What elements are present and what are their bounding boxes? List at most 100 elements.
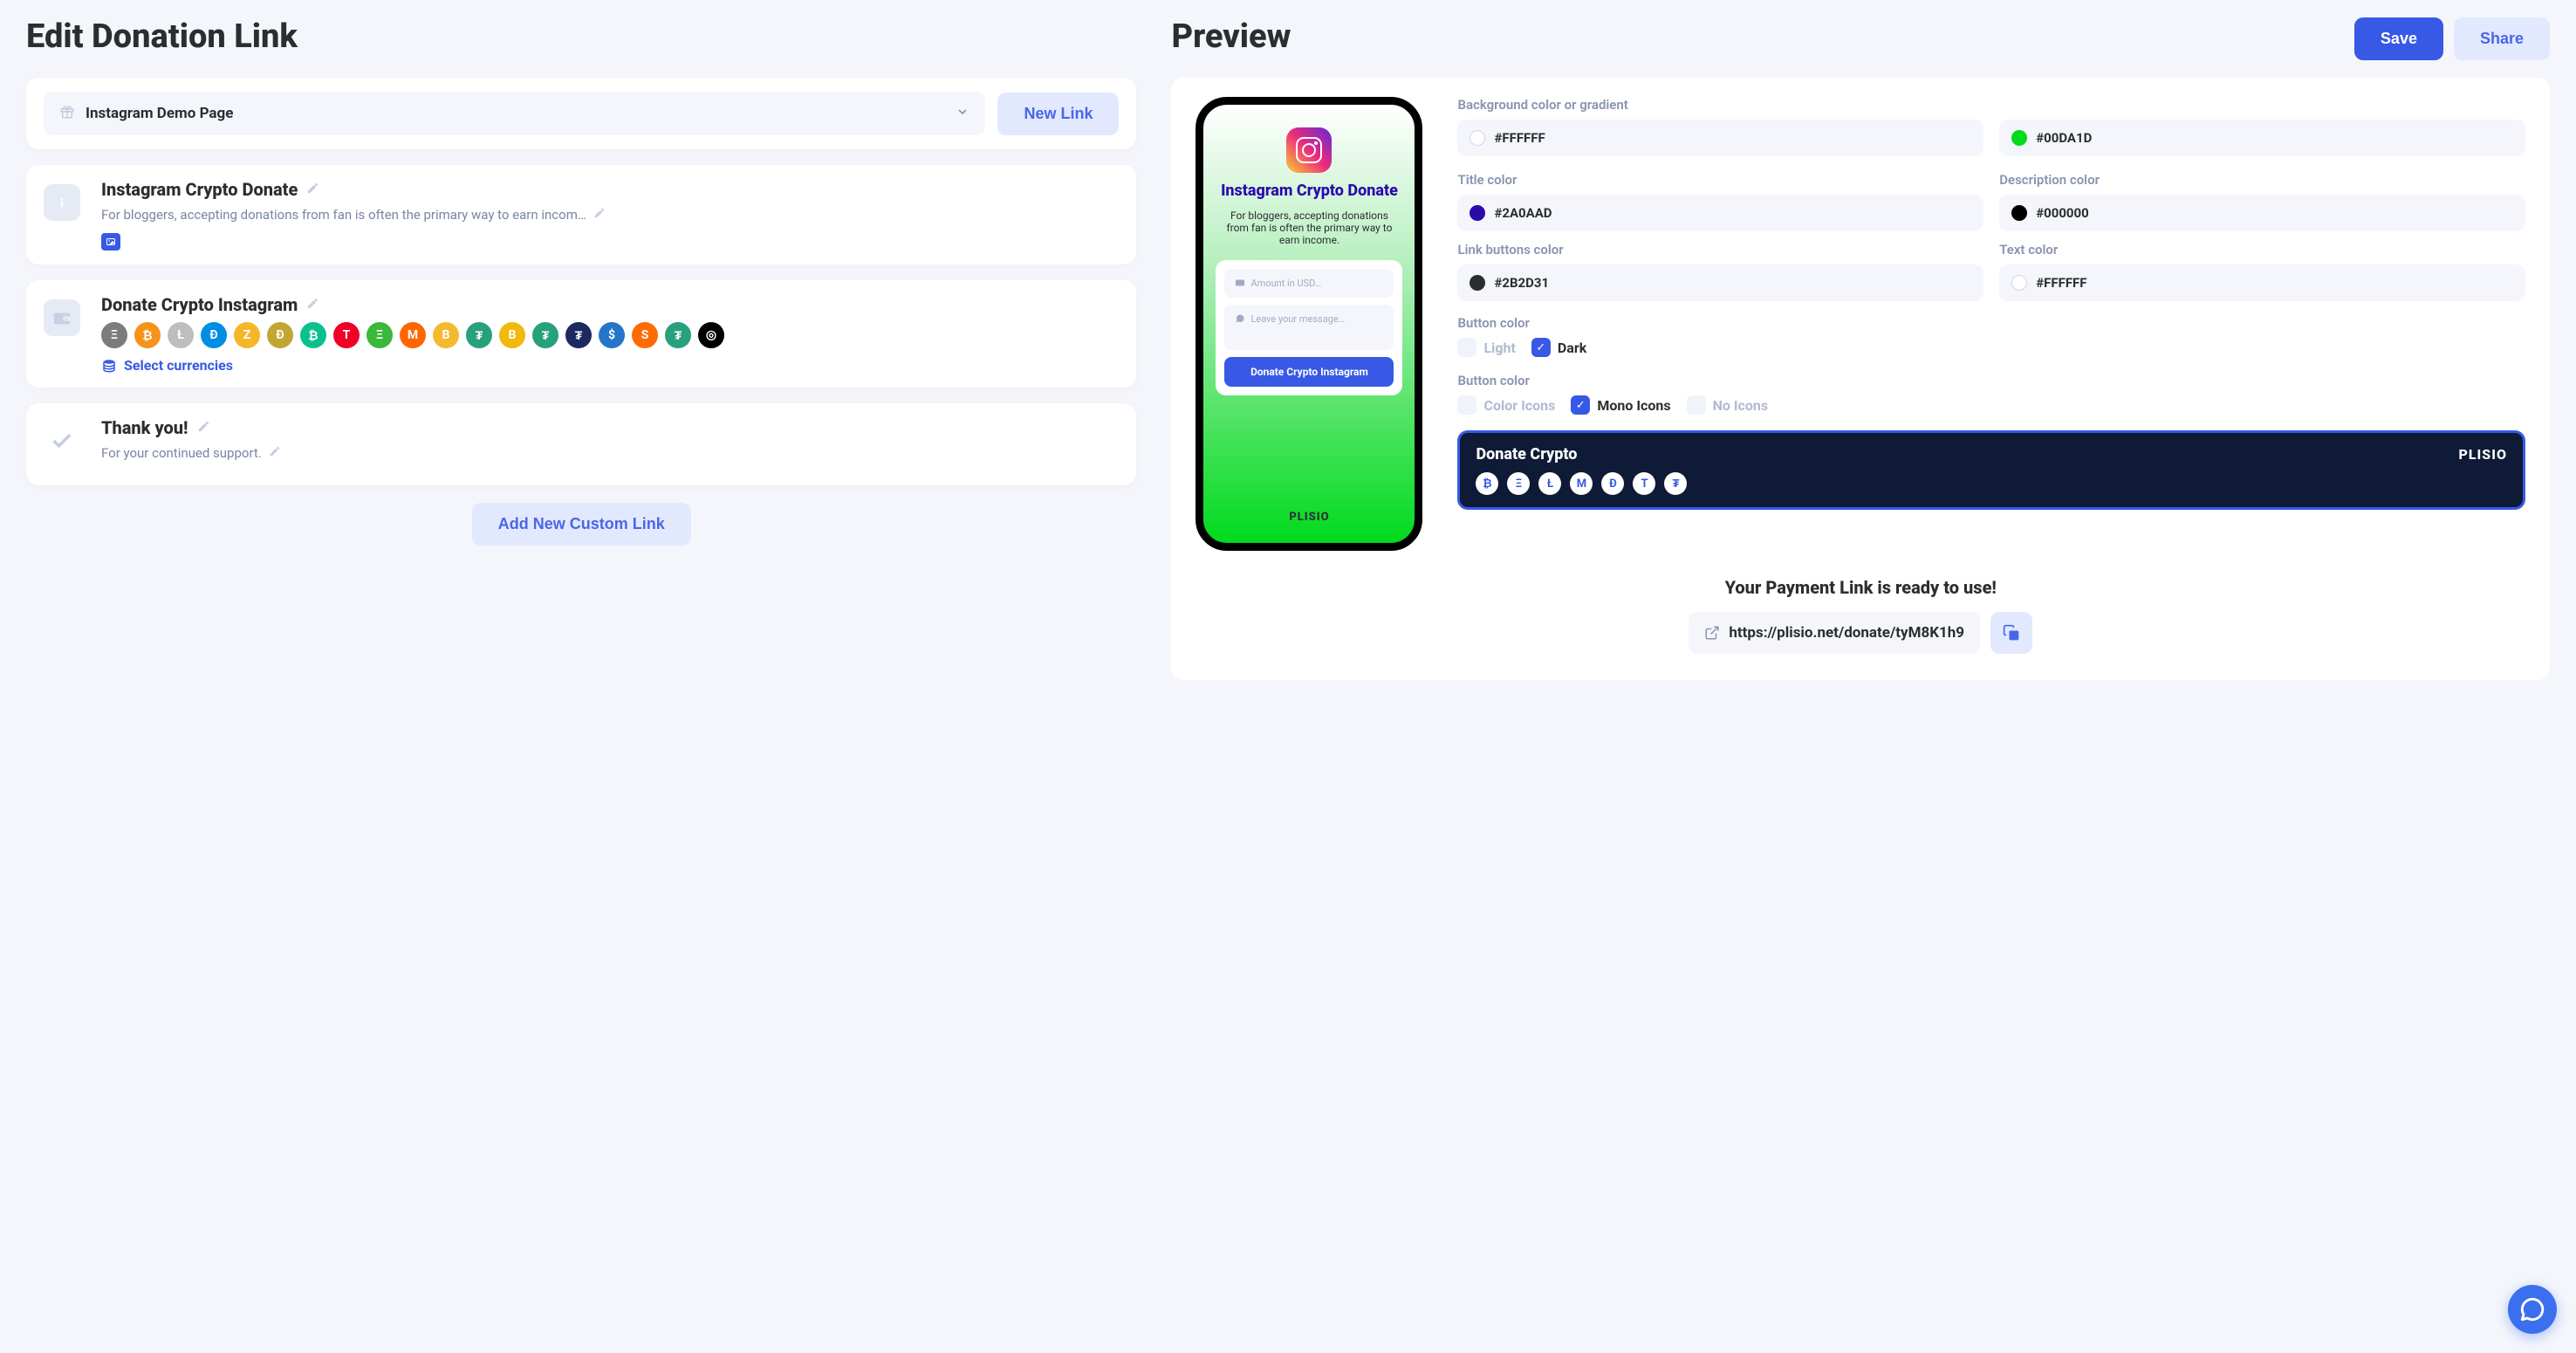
option-label: Color Icons: [1483, 397, 1555, 414]
instagram-icon: [1286, 127, 1332, 173]
crypto-icon: ₮: [565, 322, 592, 348]
share-button[interactable]: Share: [2454, 17, 2550, 60]
icon-mono-option[interactable]: ✓Mono Icons: [1571, 395, 1670, 415]
text-color-label: Text color: [1999, 242, 2525, 258]
page-title: Edit Donation Link: [26, 17, 1136, 56]
crypto-icon: ₿: [300, 322, 326, 348]
banner-crypto-icon: ₿: [1476, 472, 1498, 495]
banner-title: Donate Crypto: [1476, 445, 1577, 464]
card-icon: [1235, 278, 1245, 288]
bg-color-label: Background color or gradient: [1457, 97, 2525, 113]
chat-fab[interactable]: [2508, 1285, 2557, 1334]
linkbtn-color-label: Link buttons color: [1457, 242, 1983, 258]
crypto-icon: ₮: [665, 322, 691, 348]
desc-color-label: Description color: [1999, 172, 2525, 188]
save-button[interactable]: Save: [2354, 17, 2443, 60]
checkbox-icon: [1457, 338, 1476, 357]
checkbox-icon: ✓: [1531, 338, 1551, 357]
select-currencies-button[interactable]: Select currencies: [101, 357, 1119, 374]
swatch-dot: [1470, 205, 1485, 221]
ready-title: Your Payment Link is ready to use!: [1196, 577, 2525, 598]
wallet-step-icon: [44, 299, 80, 336]
info-title: Instagram Crypto Donate: [101, 179, 298, 200]
page-selector-card: Instagram Demo Page New Link: [26, 78, 1136, 149]
done-step-icon: [44, 422, 80, 459]
message-icon: [1235, 313, 1245, 324]
desc-color[interactable]: #000000: [1999, 195, 2525, 231]
bg-color-1[interactable]: #FFFFFF: [1457, 120, 1983, 156]
swatch-value: #000000: [2036, 205, 2089, 221]
info-card: Instagram Crypto Donate For bloggers, ac…: [26, 165, 1136, 264]
swatch-value: #00DA1D: [2036, 130, 2092, 146]
crypto-icon: Ł: [168, 322, 194, 348]
chat-icon: [2520, 1297, 2545, 1322]
crypto-icon: Đ: [201, 322, 227, 348]
theme-light-option[interactable]: Light: [1457, 338, 1515, 357]
crypto-icon: Ξ: [367, 322, 393, 348]
chevron-down-icon: [956, 105, 969, 122]
button-theme-label: Button color: [1457, 315, 2525, 331]
preview-page-desc: For bloggers, accepting donations from f…: [1216, 209, 1402, 246]
banner-logo: PLISIO: [2458, 446, 2507, 463]
option-label: Light: [1483, 340, 1515, 356]
banner-crypto-icon: M: [1570, 472, 1593, 495]
swatch-dot: [2011, 205, 2027, 221]
crypto-icon: Ξ: [101, 322, 127, 348]
banner-crypto-icon: Đ: [1601, 472, 1624, 495]
title-color-label: Title color: [1457, 172, 1983, 188]
edit-thanks-desc-icon[interactable]: [269, 445, 281, 461]
donate-banner[interactable]: Donate Crypto PLISIO ₿ΞŁMĐT₮: [1457, 430, 2525, 510]
image-icon[interactable]: [101, 233, 120, 251]
edit-desc-icon[interactable]: [593, 207, 606, 223]
payment-url-box[interactable]: https://plisio.net/donate/tyM8K1h9: [1689, 612, 1980, 654]
external-link-icon: [1704, 625, 1720, 641]
swatch-dot: [1470, 130, 1485, 146]
wallet-title: Donate Crypto Instagram: [101, 294, 298, 315]
theme-dark-option[interactable]: ✓ Dark: [1531, 338, 1586, 357]
crypto-icon: B: [499, 322, 525, 348]
plisio-brand: PLISIO: [1289, 511, 1329, 524]
preview-panel: Instagram Crypto Donate For bloggers, ac…: [1171, 78, 2550, 680]
swatch-value: #FFFFFF: [1494, 130, 1545, 146]
crypto-icon: Ð: [267, 322, 293, 348]
page-dropdown[interactable]: Instagram Demo Page: [44, 92, 985, 135]
amount-input[interactable]: Amount in USD…: [1224, 269, 1394, 298]
copy-url-button[interactable]: [1990, 612, 2032, 654]
crypto-icon: ₿: [134, 322, 161, 348]
swatch-dot: [2011, 130, 2027, 146]
wallet-card: Donate Crypto Instagram Ξ₿ŁĐZÐ₿TΞMB₮B₮₮$…: [26, 280, 1136, 388]
crypto-icon: ₮: [466, 322, 492, 348]
option-label: Dark: [1558, 340, 1586, 356]
info-step-icon: [44, 184, 80, 221]
checkbox-icon: ✓: [1571, 395, 1590, 415]
icon-mode-label: Button color: [1457, 373, 2525, 388]
banner-crypto-icon: T: [1633, 472, 1655, 495]
icon-color-option[interactable]: Color Icons: [1457, 395, 1555, 415]
text-color[interactable]: #FFFFFF: [1999, 264, 2525, 301]
message-input[interactable]: Leave your message…: [1224, 305, 1394, 350]
banner-crypto-icon: ₮: [1664, 472, 1687, 495]
crypto-icon-row: Ξ₿ŁĐZÐ₿TΞMB₮B₮₮$S₮◎: [101, 322, 1119, 348]
checkbox-icon: [1457, 395, 1476, 415]
banner-icons: ₿ΞŁMĐT₮: [1476, 472, 2507, 495]
edit-thanks-title-icon[interactable]: [197, 420, 210, 436]
donate-button[interactable]: Donate Crypto Instagram: [1224, 357, 1394, 387]
banner-crypto-icon: Ł: [1538, 472, 1561, 495]
thanks-desc: For your continued support.: [101, 445, 262, 461]
amount-placeholder: Amount in USD…: [1250, 278, 1321, 289]
crypto-icon: Z: [234, 322, 260, 348]
title-color[interactable]: #2A0AAD: [1457, 195, 1983, 231]
edit-wallet-title-icon[interactable]: [306, 297, 319, 313]
add-custom-link-button[interactable]: Add New Custom Link: [472, 503, 691, 546]
icon-none-option[interactable]: No Icons: [1687, 395, 1769, 415]
crypto-icon: ◎: [698, 322, 724, 348]
crypto-icon: T: [333, 322, 360, 348]
bg-color-2[interactable]: #00DA1D: [1999, 120, 2525, 156]
linkbtn-color[interactable]: #2B2D31: [1457, 264, 1983, 301]
info-desc: For bloggers, accepting donations from f…: [101, 207, 586, 223]
select-currencies-label: Select currencies: [124, 357, 233, 374]
crypto-icon: B: [433, 322, 459, 348]
swatch-dot: [2011, 275, 2027, 291]
edit-title-icon[interactable]: [306, 182, 319, 198]
new-link-button[interactable]: New Link: [997, 93, 1119, 135]
